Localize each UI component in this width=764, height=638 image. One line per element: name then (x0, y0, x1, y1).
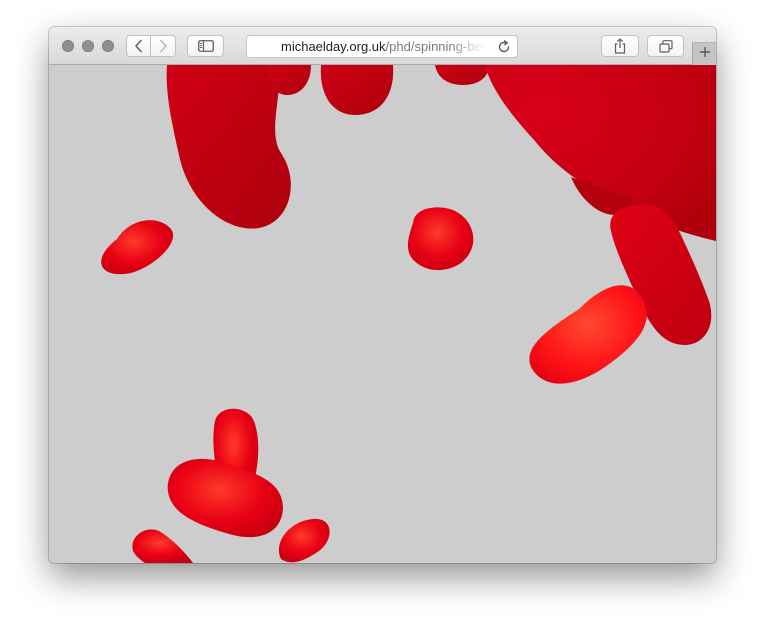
bean-scene (101, 65, 716, 563)
bean (167, 458, 283, 538)
forward-button[interactable] (151, 35, 176, 57)
tabs-overview-button[interactable] (647, 35, 684, 57)
bean (320, 65, 394, 115)
bean (407, 207, 474, 271)
url-text: michaelday.org.uk/phd/spinning-bea (281, 40, 485, 54)
sidebar-icon (197, 40, 214, 52)
bean (435, 65, 489, 85)
zoom-window-button[interactable] (102, 40, 114, 52)
address-bar[interactable]: michaelday.org.uk/phd/spinning-bea (246, 35, 518, 58)
close-window-button[interactable] (62, 40, 74, 52)
bean (166, 65, 291, 229)
new-tab-button[interactable] (692, 42, 716, 65)
url-domain: michaelday.org.uk (281, 40, 386, 54)
bean (101, 220, 174, 275)
chevron-right-icon (158, 39, 168, 53)
chevron-left-icon (134, 39, 144, 53)
bean (529, 285, 647, 384)
url-path: /phd/spinning-bea (385, 40, 485, 54)
webgl-canvas[interactable] (49, 65, 716, 563)
bean (132, 529, 193, 563)
reload-icon[interactable] (497, 40, 511, 57)
share-button[interactable] (601, 35, 639, 57)
browser-window: michaelday.org.uk/phd/spinning-bea (49, 27, 716, 563)
sidebar-button[interactable] (187, 35, 224, 57)
bean (485, 65, 716, 241)
bean (278, 518, 330, 563)
browser-toolbar: michaelday.org.uk/phd/spinning-bea (49, 27, 716, 65)
plus-icon (699, 45, 711, 63)
back-button[interactable] (126, 35, 151, 57)
minimize-window-button[interactable] (82, 40, 94, 52)
tabs-overview-icon (658, 39, 673, 53)
share-icon (613, 38, 627, 54)
